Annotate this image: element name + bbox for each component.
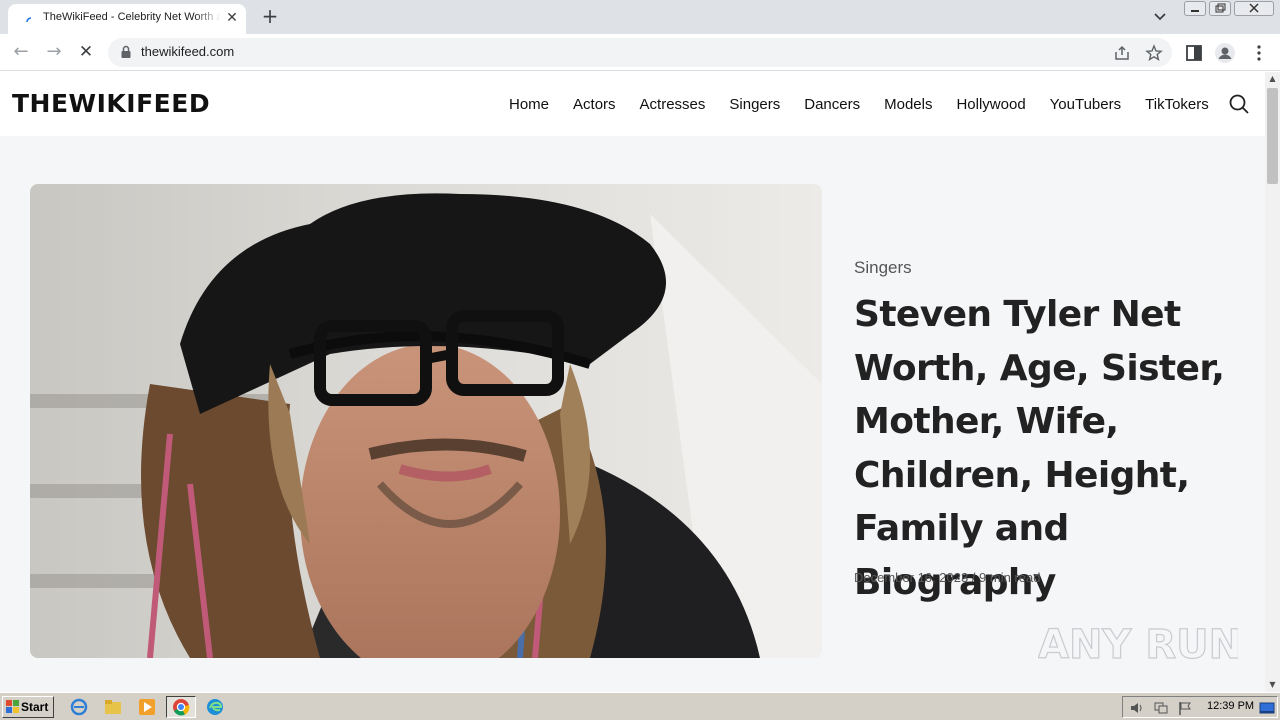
more-menu-icon[interactable] xyxy=(1249,43,1269,63)
volume-icon[interactable] xyxy=(1129,700,1145,716)
search-icon[interactable] xyxy=(1228,93,1250,115)
site-header: THEWIKIFEED Home Actors Actresses Singer… xyxy=(0,72,1265,136)
back-button[interactable]: ← xyxy=(9,40,33,64)
web-page: THEWIKIFEED Home Actors Actresses Singer… xyxy=(0,72,1280,692)
close-window-button[interactable] xyxy=(1234,1,1274,16)
edge-icon[interactable] xyxy=(206,698,224,716)
nav-item-home[interactable]: Home xyxy=(509,96,549,113)
action-center-flag-icon[interactable] xyxy=(1177,700,1193,716)
url-text[interactable]: thewikifeed.com xyxy=(141,44,234,59)
site-logo[interactable]: THEWIKIFEED xyxy=(12,89,210,118)
main-navigation: Home Actors Actresses Singers Dancers Mo… xyxy=(497,72,1221,136)
scroll-up-arrow-icon[interactable]: ▲ xyxy=(1265,72,1280,86)
nav-item-dancers[interactable]: Dancers xyxy=(804,96,860,113)
browser-tab-strip: TheWikiFeed - Celebrity Net Worth and ✕ … xyxy=(0,0,1280,34)
side-panel-icon[interactable] xyxy=(1184,43,1204,63)
bookmark-star-icon[interactable] xyxy=(1145,44,1163,62)
watermark-text: ANY RUN xyxy=(1038,622,1238,668)
chrome-icon xyxy=(173,699,190,716)
taskbar-clock[interactable]: 12:39 PM xyxy=(1207,700,1254,712)
new-tab-button[interactable]: + xyxy=(259,6,281,28)
start-button[interactable]: Start xyxy=(2,696,54,718)
scroll-down-arrow-icon[interactable]: ▼ xyxy=(1265,678,1280,692)
forward-button[interactable]: → xyxy=(42,40,66,64)
profile-avatar-icon[interactable] xyxy=(1215,43,1235,63)
page-scrollbar[interactable]: ▲ ▼ xyxy=(1265,72,1280,692)
close-icon xyxy=(1249,3,1259,13)
nav-item-actresses[interactable]: Actresses xyxy=(640,96,706,113)
post-title[interactable]: Steven Tyler Net Worth, Age, Sister, Mot… xyxy=(854,288,1244,609)
minimize-icon xyxy=(1191,10,1199,12)
nav-item-tiktokers[interactable]: TikTokers xyxy=(1145,96,1209,113)
nav-item-hollywood[interactable]: Hollywood xyxy=(956,96,1025,113)
restore-icon xyxy=(1215,3,1226,13)
taskbar-chrome-button[interactable] xyxy=(166,696,196,718)
tab-close-icon[interactable]: ✕ xyxy=(224,10,240,26)
nav-item-models[interactable]: Models xyxy=(884,96,932,113)
post-category[interactable]: Singers xyxy=(854,258,912,278)
featured-post-image[interactable] xyxy=(30,184,822,658)
start-label: Start xyxy=(21,700,49,714)
share-icon[interactable] xyxy=(1113,44,1131,62)
os-taskbar: Start 12:39 PM xyxy=(0,692,1280,720)
browser-toolbar: ← → ✕ thewikifeed.com xyxy=(0,34,1280,71)
post-meta: December 16, 2023 / 9 min read xyxy=(854,570,1041,585)
browser-tab[interactable]: TheWikiFeed - Celebrity Net Worth and ✕ xyxy=(8,4,246,34)
anyrun-watermark: ANY RUN xyxy=(1038,621,1238,668)
show-desktop-icon[interactable] xyxy=(1259,700,1275,716)
address-bar[interactable]: thewikifeed.com xyxy=(108,38,1172,67)
system-tray: 12:39 PM xyxy=(1122,696,1278,718)
internet-explorer-icon[interactable] xyxy=(70,698,88,716)
stop-loading-button[interactable]: ✕ xyxy=(74,40,98,64)
lock-icon xyxy=(121,45,131,58)
nav-item-singers[interactable]: Singers xyxy=(729,96,780,113)
network-icon[interactable] xyxy=(1153,700,1169,716)
windows-logo-icon xyxy=(6,700,19,713)
loading-spinner-icon xyxy=(26,17,32,23)
nav-item-youtubers[interactable]: YouTubers xyxy=(1050,96,1121,113)
nav-item-actors[interactable]: Actors xyxy=(573,96,616,113)
restore-window-button[interactable] xyxy=(1209,1,1231,16)
file-explorer-icon[interactable] xyxy=(104,698,122,716)
minimize-window-button[interactable] xyxy=(1184,1,1206,16)
scrollbar-thumb[interactable] xyxy=(1267,88,1278,184)
tab-search-chevron-icon[interactable] xyxy=(1150,8,1170,26)
media-player-icon[interactable] xyxy=(138,698,156,716)
tab-title: TheWikiFeed - Celebrity Net Worth and xyxy=(43,11,221,23)
